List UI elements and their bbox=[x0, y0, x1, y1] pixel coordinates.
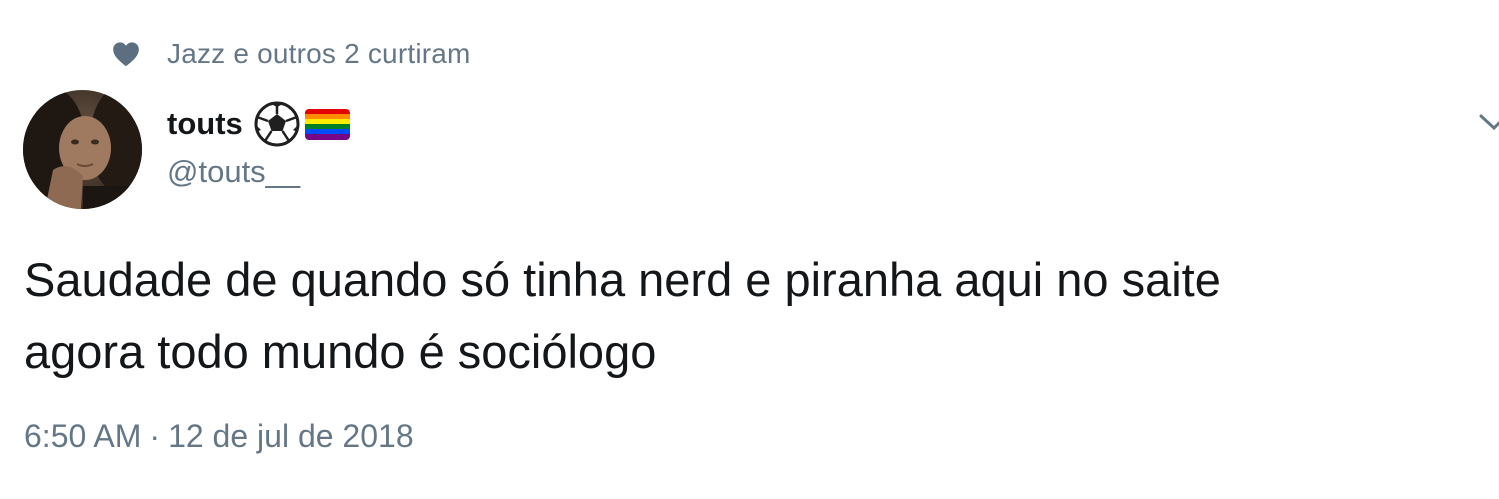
tweet-text-line: agora todo mundo é sociólogo bbox=[24, 325, 657, 378]
tweet-text-line: Saudade de quando só tinha nerd e piranh… bbox=[24, 253, 1221, 306]
rainbow-flag-icon bbox=[304, 108, 350, 140]
soccer-ball-icon bbox=[254, 101, 300, 147]
social-context-text: Jazz e outros 2 curtiram bbox=[167, 38, 471, 69]
chevron-down-icon[interactable] bbox=[1478, 110, 1499, 134]
tweet-time: 6:50 AM bbox=[24, 418, 142, 454]
user-handle[interactable]: @touts__ bbox=[167, 154, 350, 190]
tweet-text: Saudade de quando só tinha nerd e piranh… bbox=[24, 244, 1464, 388]
social-context[interactable]: Jazz e outros 2 curtiram bbox=[112, 34, 471, 74]
timestamp-separator: · bbox=[149, 418, 161, 454]
display-name[interactable]: touts bbox=[167, 106, 243, 142]
tweet-date: 12 de jul de 2018 bbox=[168, 418, 414, 454]
avatar[interactable] bbox=[23, 90, 142, 209]
avatar-image bbox=[23, 90, 142, 209]
heart-icon bbox=[113, 42, 139, 67]
author-block[interactable]: touts @touts__ bbox=[167, 98, 350, 190]
tweet-timestamp[interactable]: 6:50 AM · 12 de jul de 2018 bbox=[24, 418, 414, 455]
author-name-row: touts bbox=[167, 98, 350, 150]
